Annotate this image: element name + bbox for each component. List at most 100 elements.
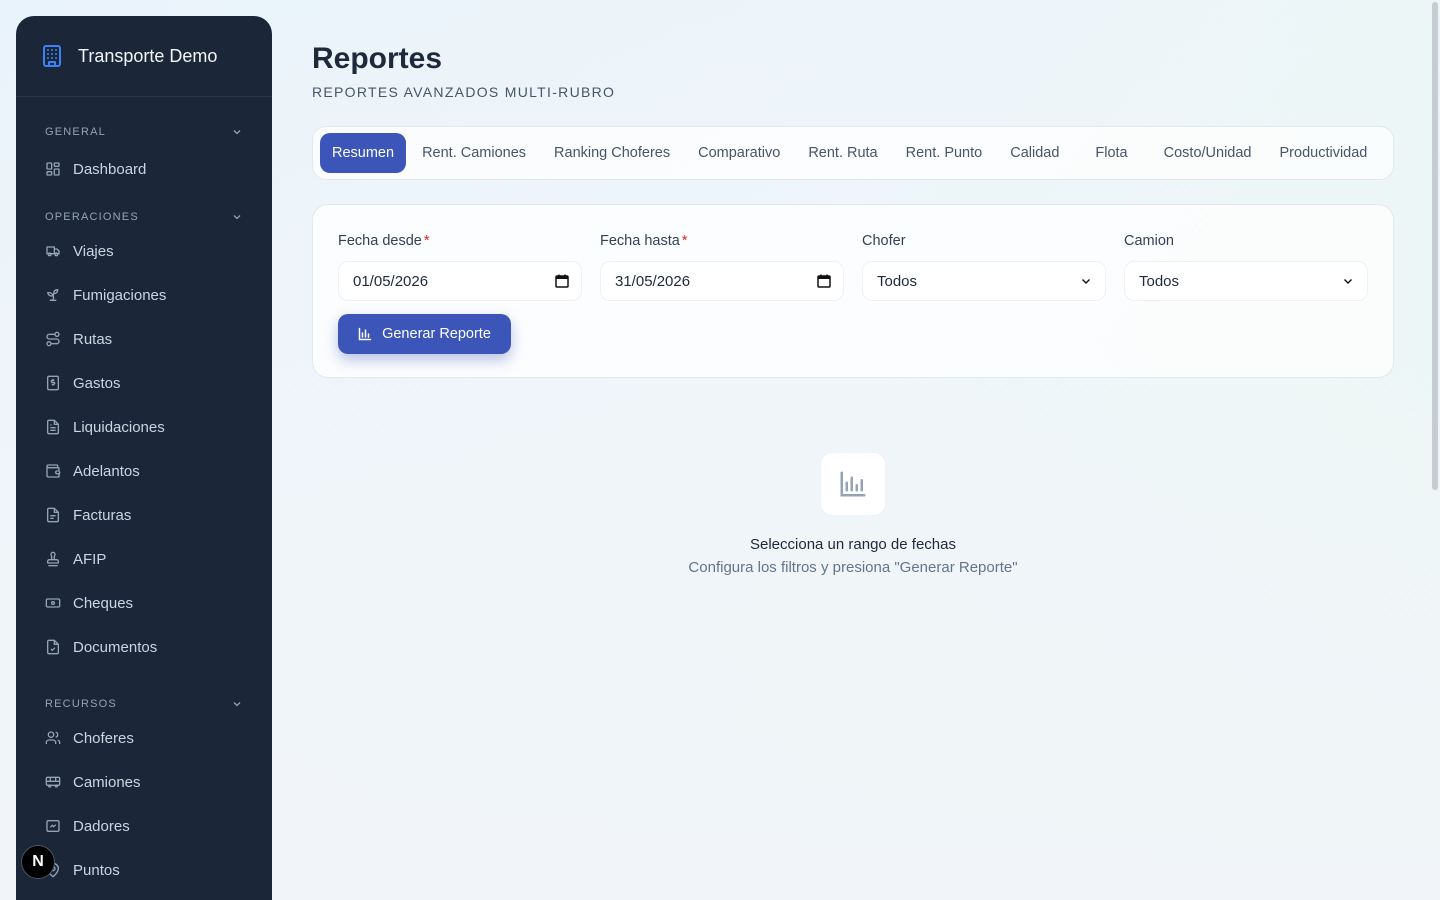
- empty-state-description: Configura los filtros y presiona "Genera…: [688, 559, 1018, 576]
- sidebar-item-label: Dadores: [73, 817, 130, 835]
- dev-badge[interactable]: N: [21, 845, 55, 879]
- section-recursos-header[interactable]: RECURSOS: [16, 689, 272, 719]
- sidebar-item-choferes[interactable]: Choferes: [16, 716, 272, 760]
- required-mark: *: [423, 233, 430, 249]
- tab-calidad[interactable]: Calidad: [996, 133, 1073, 173]
- file-text-icon: [45, 419, 61, 435]
- section-operaciones-header[interactable]: OPERACIONES: [16, 202, 272, 232]
- section-title: RECURSOS: [45, 698, 117, 710]
- sidebar-item-label: Dashboard: [73, 160, 147, 178]
- fecha-hasta-field: Fecha hasta * 31/05/2026: [600, 231, 844, 301]
- sidebar-item-label: Camiones: [73, 773, 141, 791]
- calendar-icon[interactable]: [817, 274, 831, 288]
- field-label: Fecha hasta *: [600, 231, 844, 251]
- sidebar-item-label: Choferes: [73, 729, 134, 747]
- date-value: 01/05/2026: [353, 272, 429, 290]
- date-value: 31/05/2026: [615, 272, 691, 290]
- sidebar-item-documentos[interactable]: Documentos: [16, 625, 272, 669]
- sidebar-item-label: Rutas: [73, 330, 113, 348]
- bar-chart-icon: [358, 327, 372, 341]
- page-title: Reportes: [312, 42, 443, 75]
- sidebar-item-facturas[interactable]: Facturas: [16, 493, 272, 537]
- empty-state-title: Selecciona un rango de fechas: [750, 536, 956, 553]
- sidebar-item-rutas[interactable]: Rutas: [16, 317, 272, 361]
- chofer-field: Chofer Todos: [862, 231, 1106, 301]
- section-title: GENERAL: [45, 126, 106, 138]
- sidebar-item-label: Adelantos: [73, 462, 140, 480]
- tab-flota[interactable]: Flota: [1073, 133, 1149, 173]
- page-subtitle: REPORTES AVANZADOS MULTI-RUBRO: [312, 84, 616, 100]
- file-invoice-icon: [45, 507, 61, 523]
- sidebar-item-adelantos[interactable]: Adelantos: [16, 449, 272, 493]
- sidebar-item-label: Puntos: [73, 861, 120, 879]
- fecha-desde-field: Fecha desde * 01/05/2026: [338, 231, 582, 301]
- section-general-header[interactable]: GENERAL: [16, 117, 272, 147]
- tab-resumen[interactable]: Resumen: [320, 133, 407, 173]
- report-tabs: Resumen Rent. Camiones Ranking Choferes …: [312, 126, 1394, 180]
- sidebar-item-cheques[interactable]: Cheques: [16, 581, 272, 625]
- sidebar-item-label: Documentos: [73, 638, 158, 656]
- camion-select[interactable]: Todos: [1124, 261, 1368, 301]
- tab-productividad[interactable]: Productividad: [1266, 133, 1382, 173]
- field-label-text: Fecha hasta: [600, 233, 680, 249]
- chevron-down-icon: [232, 212, 242, 222]
- sidebar-item-fumigaciones[interactable]: Fumigaciones: [16, 273, 272, 317]
- sidebar-item-label: AFIP: [73, 550, 107, 568]
- sidebar-item-label: Cheques: [73, 594, 134, 612]
- select-value: Todos: [877, 272, 918, 290]
- handshake-icon: [45, 818, 61, 834]
- banknote-icon: [45, 595, 61, 611]
- empty-state: Selecciona un rango de fechas Configura …: [312, 452, 1394, 576]
- brand[interactable]: Transporte Demo: [16, 16, 272, 97]
- filter-card: Fecha desde * 01/05/2026 Fecha hasta * 31/…: [312, 204, 1394, 378]
- tab-rent-ruta[interactable]: Rent. Ruta: [794, 133, 891, 173]
- grid-icon: [45, 161, 61, 177]
- wallet-icon: [45, 463, 61, 479]
- tab-comparativo[interactable]: Comparativo: [684, 133, 794, 173]
- stamp-icon: [45, 551, 61, 567]
- sidebar-item-label: Facturas: [73, 506, 132, 524]
- sidebar-item-afip[interactable]: AFIP: [16, 537, 272, 581]
- sidebar-item-puntos[interactable]: Puntos: [16, 848, 272, 892]
- field-label: Fecha desde *: [338, 231, 582, 251]
- field-label: Camion: [1124, 233, 1174, 249]
- bus-icon: [45, 774, 61, 790]
- sidebar-item-gastos[interactable]: Gastos: [16, 361, 272, 405]
- file-check-icon: [45, 639, 61, 655]
- generate-report-button[interactable]: Generar Reporte: [338, 314, 511, 354]
- sidebar-item-label: Gastos: [73, 374, 121, 392]
- tab-rent-punto[interactable]: Rent. Punto: [892, 133, 997, 173]
- select-value: Todos: [1139, 272, 1180, 290]
- building-icon: [40, 44, 64, 68]
- camion-field: Camion Todos: [1124, 231, 1368, 301]
- chevron-down-icon: [1341, 274, 1355, 288]
- fecha-desde-input[interactable]: 01/05/2026: [338, 261, 582, 301]
- tab-costo-unidad[interactable]: Costo/Unidad: [1150, 133, 1266, 173]
- field-label: Chofer: [862, 233, 906, 249]
- page-scrollbar[interactable]: [1432, 2, 1438, 490]
- chevron-down-icon: [232, 127, 242, 137]
- sidebar-item-label: Fumigaciones: [73, 286, 167, 304]
- sidebar-item-dadores[interactable]: Dadores: [16, 804, 272, 848]
- sidebar-item-dashboard[interactable]: Dashboard: [16, 147, 272, 191]
- empty-state-icon-box: [820, 452, 886, 516]
- field-label-text: Fecha desde: [338, 233, 422, 249]
- chofer-select[interactable]: Todos: [862, 261, 1106, 301]
- sidebar-item-camiones[interactable]: Camiones: [16, 760, 272, 804]
- section-title: OPERACIONES: [45, 211, 139, 223]
- chevron-down-icon: [232, 699, 242, 709]
- generate-report-label: Generar Reporte: [382, 326, 491, 342]
- tab-rent-camiones[interactable]: Rent. Camiones: [408, 133, 540, 173]
- sidebar-item-liquidaciones[interactable]: Liquidaciones: [16, 405, 272, 449]
- fecha-hasta-input[interactable]: 31/05/2026: [600, 261, 844, 301]
- sidebar: Transporte Demo GENERAL Dashboard OPERAC…: [16, 16, 272, 900]
- sprout-icon: [45, 287, 61, 303]
- truck-icon: [45, 243, 61, 259]
- sidebar-item-viajes[interactable]: Viajes: [16, 229, 272, 273]
- required-mark: *: [681, 233, 688, 249]
- calendar-icon[interactable]: [555, 274, 569, 288]
- tab-ranking-choferes[interactable]: Ranking Choferes: [540, 133, 684, 173]
- bar-chart-icon: [838, 469, 868, 499]
- users-icon: [45, 730, 61, 746]
- receipt-dollar-icon: [45, 375, 61, 391]
